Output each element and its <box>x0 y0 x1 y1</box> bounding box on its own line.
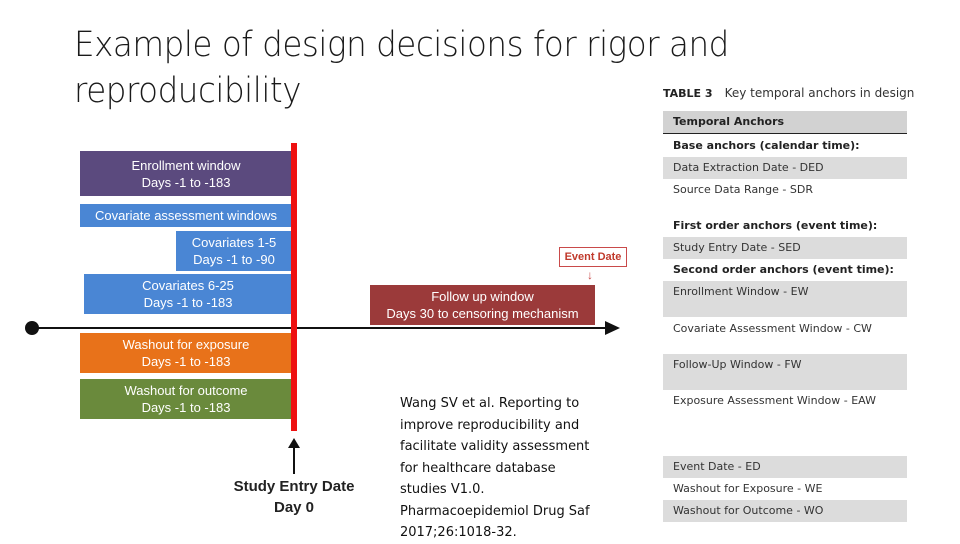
bar-sublabel: Days -1 to -183 <box>141 400 231 415</box>
table-row: Washout for Outcome - WO <box>663 500 907 522</box>
timeline-arrow-icon <box>605 321 620 335</box>
table-caption: TABLE 3 Key temporal anchors in design <box>663 86 914 100</box>
citation-line: studies V1.0. <box>400 482 485 497</box>
enrollment-window-bar: Enrollment window Days -1 to -183 <box>80 151 292 196</box>
study-entry-title: Study Entry Date <box>233 478 355 495</box>
table-row: Covariate Assessment Window - CW <box>673 322 872 335</box>
table-row: Source Data Range - SDR <box>673 183 813 196</box>
table-group-row: Base anchors (calendar time): <box>673 139 860 152</box>
bar-label: Covariate assessment windows <box>94 208 278 223</box>
bar-sublabel: Days -1 to -183 <box>141 354 231 369</box>
citation: Wang SV et al. Reporting to improve repr… <box>400 393 613 544</box>
down-arrow-icon: ↓ <box>587 268 593 282</box>
citation-line: Wang SV et al. Reporting to <box>400 396 580 411</box>
up-arrow-shaft <box>293 446 295 474</box>
table-row: Data Extraction Date - DED <box>663 157 907 179</box>
table-number: TABLE 3 <box>663 87 713 100</box>
bar-label: Enrollment window <box>131 157 241 173</box>
table-row: Follow-Up Window - FW <box>663 354 907 390</box>
bar-label: Follow up window <box>431 289 534 304</box>
bar-label: Washout for exposure <box>122 337 250 352</box>
table-group-row: Second order anchors (event time): <box>673 263 894 276</box>
citation-line: Pharmacoepidemiol Drug Saf <box>400 503 590 519</box>
covariates-1-5-bar: Covariates 1-5 Days -1 to -90 <box>176 231 292 271</box>
timeline-axis <box>30 327 610 329</box>
bar-sublabel: Days -1 to -183 <box>143 295 233 310</box>
bar-label: Washout for outcome <box>124 383 248 398</box>
bar-label: Covariates 6-25 <box>142 278 234 293</box>
bar-sublabel: Days -1 to -183 <box>141 174 231 190</box>
bar-sublabel: Days -1 to -90 <box>193 252 275 267</box>
table-row: Exposure Assessment Window - EAW <box>673 394 876 407</box>
washout-exposure-bar: Washout for exposure Days -1 to -183 <box>80 333 292 373</box>
study-entry-day: Day 0 <box>273 499 315 516</box>
citation-line: facilitate validity assessment <box>400 439 590 454</box>
slide-title: Example of design decisions for rigor an… <box>74 25 729 111</box>
covariate-assessment-bar: Covariate assessment windows <box>80 204 292 227</box>
citation-line: for healthcare database <box>400 460 556 476</box>
table-group-row: First order anchors (event time): <box>673 219 878 232</box>
citation-line: 2017;26:1018-32. <box>400 525 517 540</box>
table-row: Enrollment Window - EW <box>663 281 907 317</box>
table-row: Event Date - ED <box>663 456 907 478</box>
timeline-start-dot <box>25 321 39 335</box>
table-header: Temporal Anchors <box>663 111 907 134</box>
bar-sublabel: Days 30 to censoring mechanism <box>386 306 579 321</box>
follow-up-window-bar: Follow up window Days 30 to censoring me… <box>370 285 595 325</box>
study-entry-date-label: Study Entry Date Day 0 <box>226 476 362 518</box>
table-row: Study Entry Date - SED <box>663 237 907 259</box>
table-caption-text: Key temporal anchors in design <box>724 86 915 100</box>
event-date-label: Event Date <box>559 247 627 267</box>
day-zero-line <box>291 143 297 431</box>
bar-label: Covariates 1-5 <box>191 235 277 250</box>
washout-outcome-bar: Washout for outcome Days -1 to -183 <box>80 379 292 419</box>
covariates-6-25-bar: Covariates 6-25 Days -1 to -183 <box>84 274 292 314</box>
citation-line: improve reproducibility and <box>400 417 580 433</box>
table-row: Washout for Exposure - WE <box>673 482 823 495</box>
